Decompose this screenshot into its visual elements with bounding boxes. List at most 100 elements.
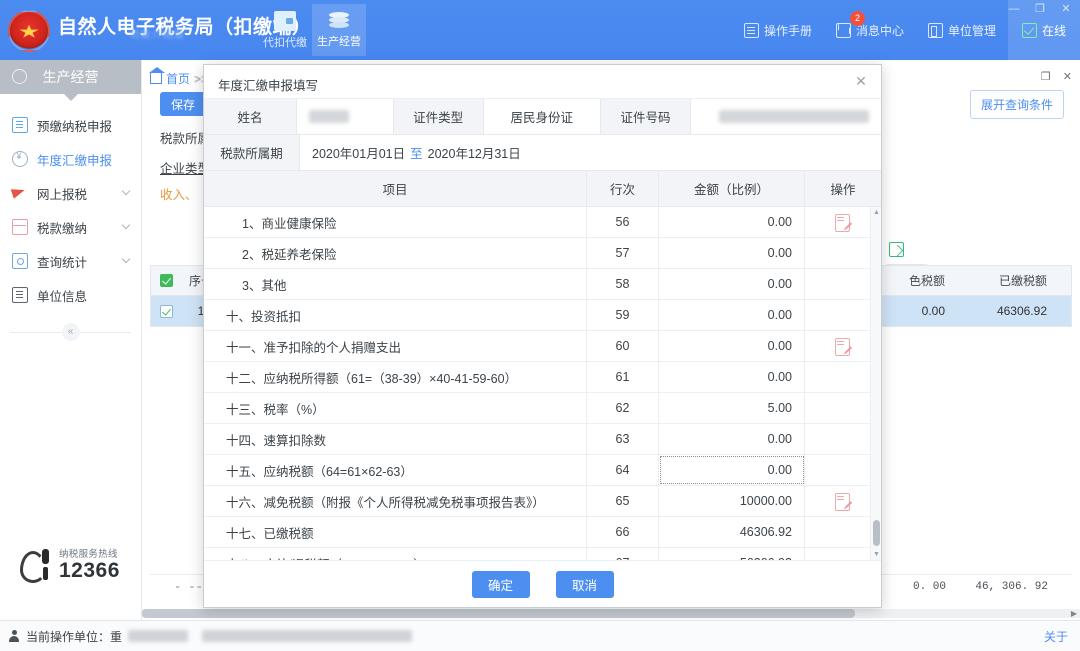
cell-amount[interactable]: 0.00 xyxy=(659,238,805,268)
about-link[interactable]: 关于 xyxy=(1044,628,1068,645)
period-between: 至 xyxy=(410,147,423,161)
search-doc-icon xyxy=(12,253,28,269)
cell-line: 57 xyxy=(587,238,659,268)
cell-item: 1、商业健康保险 xyxy=(204,207,587,237)
current-unit-redacted-1 xyxy=(128,630,189,642)
chevron-down-icon xyxy=(121,186,131,196)
declaration-table: 项目 行次 金额（比例） 操作 1、商业健康保险 56 0.00 2、税延养老保… xyxy=(204,171,881,560)
scroll-down-icon[interactable]: ▼ xyxy=(873,551,880,558)
tool-unit-management[interactable]: 单位管理 xyxy=(916,0,1008,60)
cell-line: 61 xyxy=(587,362,659,392)
cell-amount[interactable]: 0.00 xyxy=(659,269,805,299)
label-id-number: 证件号码 xyxy=(599,99,691,134)
period-end: 2020年12月31日 xyxy=(427,147,521,161)
cell-line: 67 xyxy=(587,548,659,560)
value-name xyxy=(297,99,393,134)
sidebar-item-tax-payment[interactable]: 税款缴纳 xyxy=(0,210,141,244)
sidebar: 生产经营 预缴纳税申报 年度汇缴申报 网上报税 税款缴纳 xyxy=(0,60,142,620)
label-name: 姓名 xyxy=(204,99,297,134)
header-line: 行次 xyxy=(587,171,659,206)
clipboard-icon xyxy=(12,117,28,133)
cell-amount[interactable]: 0.00 xyxy=(659,300,805,330)
cell-item: 2、税延养老保险 xyxy=(204,238,587,268)
list-icon xyxy=(12,287,28,303)
header-tools: 操作手册 2 消息中心 单位管理 在线 xyxy=(732,0,1080,60)
building-icon xyxy=(927,22,943,38)
cell-item: 十一、准予扣除的个人捐赠支出 xyxy=(204,331,587,361)
sidebar-item-label: 预缴纳税申报 xyxy=(37,119,113,134)
tool-label: 操作手册 xyxy=(763,23,812,38)
cell-amount-focused[interactable]: 0.00 xyxy=(659,455,805,485)
dialog-title: 年度汇缴申报填写 xyxy=(218,79,319,93)
taxpayer-info-row: 姓名 证件类型 居民身份证 证件号码 xyxy=(204,99,881,135)
mode-tabs: 代扣代缴 生产经营 xyxy=(258,4,366,56)
cell-item: 十、投资抵扣 xyxy=(204,300,587,330)
tool-online-status[interactable]: 在线 xyxy=(1007,0,1080,60)
table-row: 十五、应纳税额（64=61×62-63） 64 0.00 xyxy=(204,455,881,486)
cell-item: 3、其他 xyxy=(204,269,587,299)
scrollbar-thumb[interactable] xyxy=(873,520,880,546)
table-row: 1、商业健康保险 56 0.00 xyxy=(204,207,881,238)
table-row: 十七、已缴税额 66 46306.92 xyxy=(204,517,881,548)
cell-amount: 0.00 xyxy=(659,362,805,392)
declaration-table-body: 1、商业健康保险 56 0.00 2、税延养老保险 57 0.00 3、其他 5… xyxy=(204,207,881,560)
edit-detail-icon[interactable] xyxy=(834,213,853,232)
edit-detail-icon[interactable] xyxy=(834,492,853,511)
sidebar-item-annual-settlement[interactable]: 年度汇缴申报 xyxy=(0,142,141,176)
cell-amount[interactable]: 10000.00 xyxy=(659,486,805,516)
cell-line: 65 xyxy=(587,486,659,516)
table-row: 3、其他 58 0.00 xyxy=(204,269,881,300)
cell-line: 64 xyxy=(587,455,659,485)
sidebar-item-label: 单位信息 xyxy=(37,289,88,304)
confirm-button[interactable]: 确定 xyxy=(471,570,530,598)
mail-icon xyxy=(835,22,851,38)
module-icon xyxy=(12,69,27,84)
cancel-button[interactable]: 取消 xyxy=(555,570,614,598)
collapse-sidebar-button[interactable]: « xyxy=(61,323,80,341)
tool-label: 单位管理 xyxy=(947,23,996,38)
sidebar-item-query-statistics[interactable]: 查询统计 xyxy=(0,244,141,278)
tab-shengchan-jingying[interactable]: 生产经营 xyxy=(312,4,366,56)
cell-item: 十八、应补/退税额（67=64-65-66） xyxy=(204,548,587,560)
name-redacted xyxy=(308,110,349,123)
value-id-type: 居民身份证 xyxy=(510,111,574,125)
table-row: 十六、减免税额（附报《个人所得税减免税事项报告表》） 65 10000.00 xyxy=(204,486,881,517)
sidebar-item-online-filing[interactable]: 网上报税 xyxy=(0,176,141,210)
table-vertical-scrollbar[interactable]: ▲ ▼ xyxy=(870,207,881,560)
user-icon xyxy=(8,630,20,642)
cell-item: 十七、已缴税额 xyxy=(204,517,587,547)
app-header: — ❐ ✕ 自然人电子税务局（扣缴端） 功能介绍版 代扣代缴 生产经营 操作手册 xyxy=(0,0,1080,60)
tax-period-row: 税款所属期 2020年01月01日 至 2020年12月31日 xyxy=(204,135,881,171)
coins-icon xyxy=(328,11,350,30)
sidebar-menu: 预缴纳税申报 年度汇缴申报 网上报税 税款缴纳 查询统计 xyxy=(0,94,141,344)
current-unit: 当前操作单位：重 xyxy=(8,628,413,645)
value-tax-period: 2020年01月01日 至 2020年12月31日 xyxy=(300,135,533,170)
cell-item: 十六、减免税额（附报《个人所得税减免税事项报告表》） xyxy=(204,486,587,516)
sidebar-title-bar: 生产经营 xyxy=(0,60,141,94)
cell-line: 58 xyxy=(587,269,659,299)
cell-amount[interactable]: 0.00 xyxy=(659,207,805,237)
tab-label: 生产经营 xyxy=(317,35,361,48)
tool-label: 消息中心 xyxy=(855,23,904,38)
tool-message-center[interactable]: 2 消息中心 xyxy=(824,0,916,60)
id-number-redacted xyxy=(718,110,869,123)
tab-daikou-daijiao[interactable]: 代扣代缴 xyxy=(258,4,312,56)
sidebar-item-prepay-declaration[interactable]: 预缴纳税申报 xyxy=(0,108,141,142)
tool-label: 在线 xyxy=(1041,23,1066,38)
edit-detail-icon[interactable] xyxy=(834,337,853,356)
cell-line: 66 xyxy=(587,517,659,547)
table-row: 十四、速算扣除数 63 0.00 xyxy=(204,424,881,455)
cell-line: 62 xyxy=(587,393,659,423)
cell-amount[interactable]: 0.00 xyxy=(659,331,805,361)
scroll-up-icon[interactable]: ▲ xyxy=(873,209,880,216)
label-id-type: 证件类型 xyxy=(392,99,484,134)
sidebar-item-unit-info[interactable]: 单位信息 xyxy=(0,278,141,312)
cell-item: 十四、速算扣除数 xyxy=(204,424,587,454)
tool-manual[interactable]: 操作手册 xyxy=(732,0,824,60)
dialog-close-icon[interactable]: ✕ xyxy=(853,73,869,89)
cell-item: 十二、应纳税所得额（61=（38-39）×40-41-59-60） xyxy=(204,362,587,392)
coin-icon xyxy=(12,151,28,167)
table-row: 十、投资抵扣 59 0.00 xyxy=(204,300,881,331)
check-icon xyxy=(1021,22,1037,38)
sidebar-item-label: 年度汇缴申报 xyxy=(37,153,113,168)
